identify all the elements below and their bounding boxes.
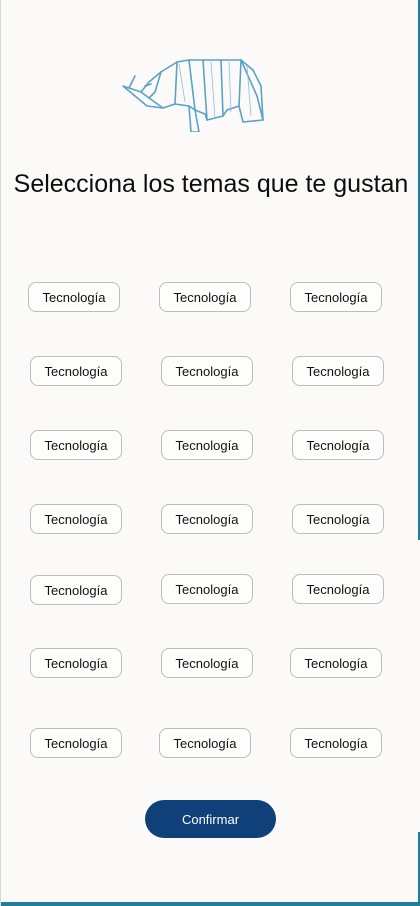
topic-chip[interactable]: Tecnología <box>159 728 251 758</box>
topic-chip-label: Tecnología <box>44 735 108 751</box>
frame-edge <box>1 902 420 906</box>
topic-chip[interactable]: Tecnología <box>30 648 122 678</box>
topic-chip-label: Tecnología <box>44 437 108 453</box>
topic-chip[interactable]: Tecnología <box>292 504 384 534</box>
topic-chip[interactable]: Tecnología <box>161 356 253 386</box>
topic-chip-label: Tecnología <box>306 437 370 453</box>
topic-chip-label: Tecnología <box>175 655 239 671</box>
topic-chip[interactable]: Tecnología <box>28 282 120 312</box>
topic-chip[interactable]: Tecnología <box>30 430 122 460</box>
topic-chip[interactable]: Tecnología <box>161 430 253 460</box>
topic-chip-label: Tecnología <box>304 735 368 751</box>
topic-chip-label: Tecnología <box>44 655 108 671</box>
topic-chip[interactable]: Tecnología <box>292 356 384 386</box>
topic-chip-label: Tecnología <box>175 511 239 527</box>
topic-selection-screen: Selecciona los temas que te gustan Tecno… <box>0 0 420 906</box>
topic-chip-label: Tecnología <box>306 511 370 527</box>
topic-chip-label: Tecnología <box>175 581 239 597</box>
topic-chip[interactable]: Tecnología <box>290 728 382 758</box>
topic-chip-label: Tecnología <box>175 363 239 379</box>
topic-chip[interactable]: Tecnología <box>159 282 251 312</box>
confirm-button-label: Confirmar <box>181 811 240 827</box>
origami-rhinoceros-icon <box>122 59 264 132</box>
topic-chip[interactable]: Tecnología <box>290 282 382 312</box>
topic-chip[interactable]: Tecnología <box>161 648 253 678</box>
topic-chip[interactable]: Tecnología <box>161 504 253 534</box>
topic-chip-label: Tecnología <box>306 363 370 379</box>
topic-chip[interactable]: Tecnología <box>30 575 122 605</box>
topic-chip[interactable]: Tecnología <box>30 356 122 386</box>
page-title: Selecciona los temas que te gustan <box>13 170 409 198</box>
confirm-button[interactable]: Confirmar <box>145 800 276 838</box>
topic-chip-label: Tecnología <box>44 511 108 527</box>
topic-chip[interactable]: Tecnología <box>30 728 122 758</box>
topic-chip-label: Tecnología <box>304 655 368 671</box>
topic-chip[interactable]: Tecnología <box>292 574 384 604</box>
topic-chip-label: Tecnología <box>173 289 237 305</box>
topic-chip[interactable]: Tecnología <box>161 574 253 604</box>
topic-chip[interactable]: Tecnología <box>292 430 384 460</box>
topic-chip[interactable]: Tecnología <box>290 648 382 678</box>
topic-chip-label: Tecnología <box>44 363 108 379</box>
topic-chip[interactable]: Tecnología <box>30 504 122 534</box>
topic-chip-label: Tecnología <box>42 289 106 305</box>
topic-chip-label: Tecnología <box>175 437 239 453</box>
topic-chip-label: Tecnología <box>304 289 368 305</box>
topic-chip-label: Tecnología <box>306 581 370 597</box>
topic-chip-label: Tecnología <box>44 582 108 598</box>
topic-chip-label: Tecnología <box>173 735 237 751</box>
